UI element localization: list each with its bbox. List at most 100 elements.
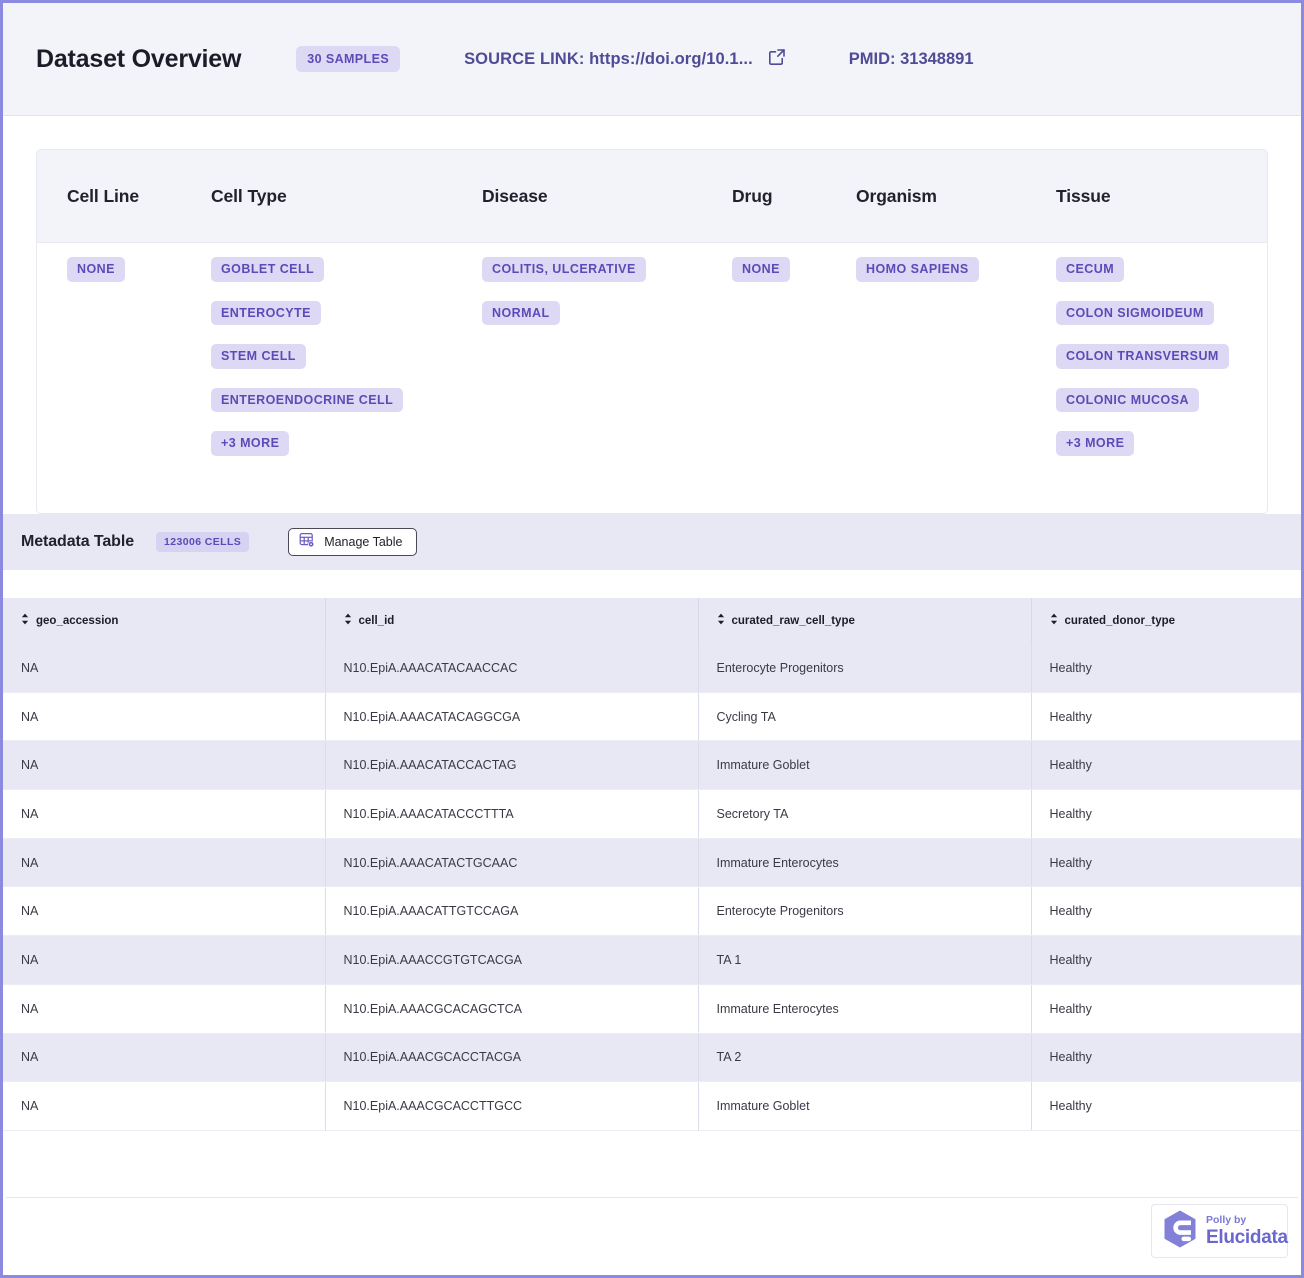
facet-chip[interactable]: NONE <box>67 257 125 282</box>
sort-arrows-icon[interactable] <box>21 613 29 628</box>
polly-hexagon-logo-icon <box>1161 1209 1199 1254</box>
cell-geo-accession: NA <box>3 692 326 742</box>
facet-title-organism: Organism <box>856 185 937 206</box>
pmid-label: PMID: 31348891 <box>848 49 974 68</box>
table-row[interactable]: NA N10.EpiA.AAACGCACCTACGA TA 2 Healthy <box>3 1033 1301 1083</box>
dataset-overview-page: Dataset Overview 30 SAMPLES SOURCE LINK:… <box>0 0 1304 1278</box>
column-header-label: curated_raw_cell_type <box>731 614 855 627</box>
cell-geo-accession: NA <box>3 643 326 693</box>
logo-subtitle: Polly by <box>1206 1214 1247 1227</box>
facet-title-disease: Disease <box>482 185 548 206</box>
cell-geo-accession: NA <box>3 1081 326 1131</box>
logo-text: Polly by Elucidata <box>1206 1215 1288 1247</box>
cell-curated-donor-type: Healthy <box>1031 692 1301 742</box>
cell-curated-donor-type: Healthy <box>1031 886 1301 937</box>
cell-curated-donor-type: Healthy <box>1031 1081 1301 1131</box>
facet-chips-cell-type: GOBLET CELL ENTEROCYTE STEM CELL ENTEROE… <box>211 257 461 475</box>
facet-chip[interactable]: NORMAL <box>482 300 560 325</box>
table-body: NA N10.EpiA.AAACATACAACCAC Enterocyte Pr… <box>3 643 1301 1131</box>
cell-geo-accession: NA <box>3 838 326 888</box>
metadata-toolbar: Metadata Table 123006 CELLS Manage Table <box>3 513 1301 570</box>
facet-section: Cell Line Cell Type Disease Drug Organis… <box>3 116 1301 514</box>
facet-header-row: Cell Line Cell Type Disease Drug Organis… <box>37 150 1267 243</box>
sort-arrows-icon[interactable] <box>1050 613 1058 628</box>
cell-curated-raw-cell-type: Immature Enterocytes <box>698 838 1032 888</box>
cell-geo-accession: NA <box>3 740 326 791</box>
facet-chip[interactable]: COLON TRANSVERSUM <box>1056 344 1229 369</box>
table-row[interactable]: NA N10.EpiA.AAACGCACCTTGCC Immature Gobl… <box>3 1081 1301 1131</box>
cell-curated-donor-type: Healthy <box>1031 1033 1301 1083</box>
facet-chip[interactable]: NONE <box>732 257 790 282</box>
table-row[interactable]: NA N10.EpiA.AAACATACAACCAC Enterocyte Pr… <box>3 643 1301 693</box>
facet-chip[interactable]: ENTEROCYTE <box>211 300 321 325</box>
cell-curated-raw-cell-type: Secretory TA <box>698 789 1032 839</box>
cell-curated-donor-type: Healthy <box>1031 789 1301 839</box>
cell-cell-id: N10.EpiA.AAACCGTGTCACGA <box>325 935 699 985</box>
cell-curated-donor-type: Healthy <box>1031 935 1301 985</box>
cell-cell-id: N10.EpiA.AAACATACAGGCGA <box>325 692 699 742</box>
cell-cell-id: N10.EpiA.AAACATACAACCAC <box>325 643 699 693</box>
column-header-label: cell_id <box>358 614 395 627</box>
cell-cell-id: N10.EpiA.AAACATACCCTTTA <box>325 789 699 839</box>
cell-geo-accession: NA <box>3 789 326 839</box>
external-link-icon[interactable] <box>767 47 787 72</box>
facet-chip[interactable]: COLON SIGMOIDEUM <box>1056 300 1214 325</box>
facet-chip-more[interactable]: +3 MORE <box>211 431 290 456</box>
table-row[interactable]: NA N10.EpiA.AAACATACCACTAG Immature Gobl… <box>3 740 1301 791</box>
table-row[interactable]: NA N10.EpiA.AAACCGTGTCACGA TA 1 Healthy <box>3 935 1301 985</box>
cell-curated-donor-type: Healthy <box>1031 643 1301 693</box>
facet-chip[interactable]: GOBLET CELL <box>211 257 325 282</box>
polly-elucidata-logo: Polly by Elucidata <box>1151 1204 1288 1258</box>
table-row[interactable]: NA N10.EpiA.AAACATACTGCAAC Immature Ente… <box>3 838 1301 888</box>
cell-cell-id: N10.EpiA.AAACATACCACTAG <box>325 740 699 791</box>
column-header-cell-id[interactable]: cell_id <box>325 597 699 644</box>
cell-geo-accession: NA <box>3 935 326 985</box>
facet-title-drug: Drug <box>732 185 773 206</box>
cell-cell-id: N10.EpiA.AAACATACTGCAAC <box>325 838 699 888</box>
manage-table-button[interactable]: Manage Table <box>288 527 417 556</box>
metadata-table-title: Metadata Table <box>21 532 134 550</box>
facet-chips-drug: NONE <box>732 257 835 301</box>
facet-chips-cell-line: NONE <box>67 257 182 301</box>
source-link-label: SOURCE LINK: https://doi.org/10.1... <box>464 49 753 68</box>
facet-title-tissue: Tissue <box>1056 185 1111 206</box>
facet-chip[interactable]: COLONIC MUCOSA <box>1056 387 1199 412</box>
facet-chip[interactable]: STEM CELL <box>211 344 306 369</box>
column-header-curated-raw-cell-type[interactable]: curated_raw_cell_type <box>698 597 1032 644</box>
facet-chips-organism: HOMO SAPIENS <box>856 257 1035 301</box>
cell-curated-raw-cell-type: TA 2 <box>698 1033 1032 1083</box>
cell-curated-donor-type: Healthy <box>1031 740 1301 791</box>
facet-chip-more[interactable]: +3 MORE <box>1056 431 1135 456</box>
page-header: Dataset Overview 30 SAMPLES SOURCE LINK:… <box>3 3 1301 116</box>
facet-chip[interactable]: ENTEROENDOCRINE CELL <box>211 387 404 412</box>
table-spacer <box>3 569 1301 598</box>
source-link[interactable]: SOURCE LINK: https://doi.org/10.1... <box>464 47 787 72</box>
table-row[interactable]: NA N10.EpiA.AAACGCACAGCTCA Immature Ente… <box>3 984 1301 1034</box>
manage-table-label: Manage Table <box>324 534 403 549</box>
cells-count-badge: 123006 CELLS <box>156 531 250 552</box>
table-header-row: geo_accession cell_id curated_raw_cell_t… <box>3 597 1301 644</box>
cell-cell-id: N10.EpiA.AAACGCACCTTGCC <box>325 1081 699 1131</box>
cell-geo-accession: NA <box>3 984 326 1034</box>
table-row[interactable]: NA N10.EpiA.AAACATTGTCCAGA Enterocyte Pr… <box>3 886 1301 937</box>
table-row[interactable]: NA N10.EpiA.AAACATACAGGCGA Cycling TA He… <box>3 692 1301 742</box>
table-row[interactable]: NA N10.EpiA.AAACATACCCTTTA Secretory TA … <box>3 789 1301 839</box>
cell-geo-accession: NA <box>3 1033 326 1083</box>
column-header-curated-donor-type[interactable]: curated_donor_type <box>1031 597 1301 644</box>
facet-chips-disease: COLITIS, ULCERATIVE NORMAL <box>482 257 711 344</box>
metadata-data-table: geo_accession cell_id curated_raw_cell_t… <box>3 597 1301 1131</box>
cell-cell-id: N10.EpiA.AAACGCACCTACGA <box>325 1033 699 1083</box>
sort-arrows-icon[interactable] <box>717 613 725 628</box>
cell-curated-donor-type: Healthy <box>1031 984 1301 1034</box>
cell-geo-accession: NA <box>3 886 326 937</box>
facet-card: Cell Line Cell Type Disease Drug Organis… <box>36 149 1268 514</box>
column-header-geo-accession[interactable]: geo_accession <box>3 597 326 644</box>
facet-chip[interactable]: CECUM <box>1056 257 1125 282</box>
facet-chip[interactable]: COLITIS, ULCERATIVE <box>482 257 646 282</box>
facet-chip[interactable]: HOMO SAPIENS <box>856 257 979 282</box>
cell-curated-raw-cell-type: Enterocyte Progenitors <box>698 643 1032 693</box>
samples-count-badge: 30 SAMPLES <box>296 46 401 72</box>
sort-arrows-icon[interactable] <box>344 613 352 628</box>
facet-values-row: NONE GOBLET CELL ENTEROCYTE STEM CELL EN… <box>37 243 1267 513</box>
facet-title-cell-line: Cell Line <box>67 185 140 206</box>
